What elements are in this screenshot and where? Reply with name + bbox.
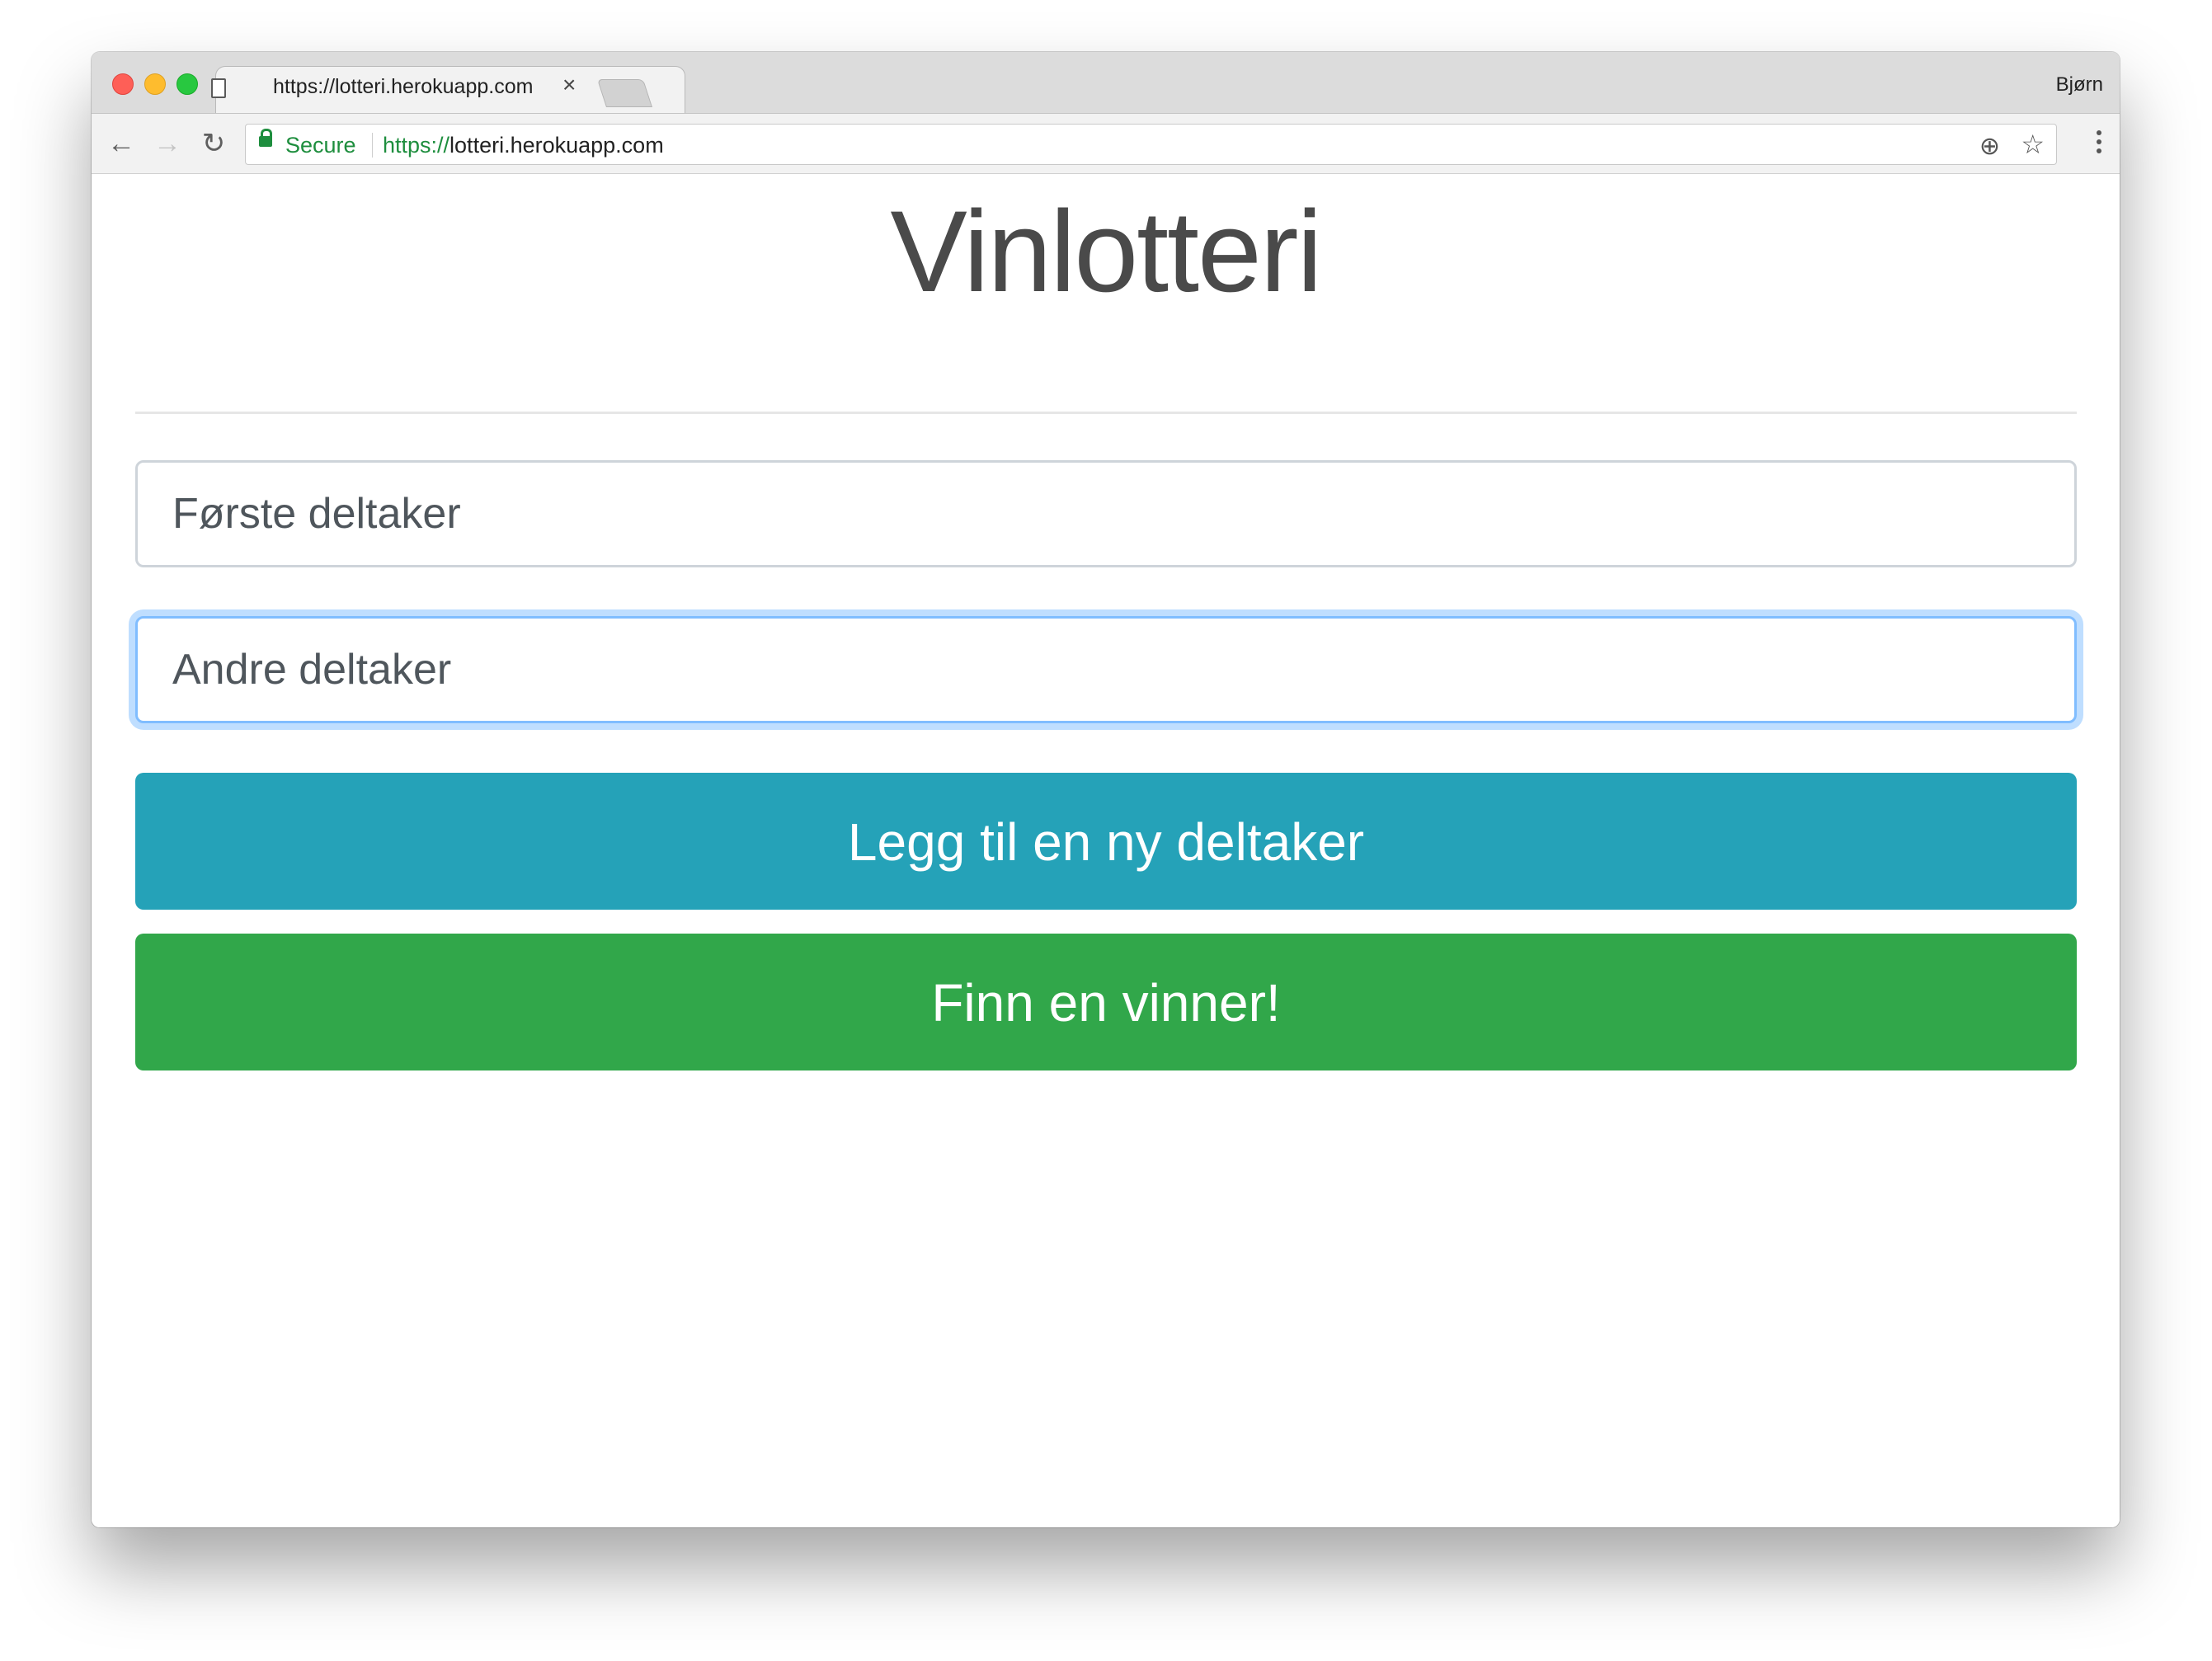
tab-strip: https://lotteri.herokuapp.com × Bjørn — [92, 52, 2120, 115]
zoom-icon[interactable]: ⊕ — [1979, 132, 2000, 161]
lock-icon — [259, 129, 272, 147]
tab-title: https://lotteri.herokuapp.com — [273, 75, 534, 98]
tab-close-icon[interactable]: × — [562, 73, 576, 96]
second-participant-input[interactable] — [135, 616, 2077, 723]
window-minimize-button[interactable] — [144, 73, 166, 95]
page-content: Vinlotteri Legg til en ny deltaker Finn … — [92, 174, 2120, 1527]
back-arrow-icon[interactable]: ← — [105, 127, 138, 160]
reload-icon[interactable]: ↻ — [197, 127, 230, 160]
address-divider — [372, 133, 373, 158]
profile-name[interactable]: Bjørn — [2056, 73, 2103, 96]
browser-window: https://lotteri.herokuapp.com × Bjørn ← … — [92, 52, 2120, 1527]
bookmark-star-icon[interactable]: ☆ — [2021, 129, 2045, 160]
new-tab-button[interactable] — [596, 79, 652, 107]
find-winner-button[interactable]: Finn en vinner! — [135, 934, 2077, 1070]
forward-arrow-icon[interactable]: → — [151, 127, 184, 160]
secure-label: Secure — [285, 133, 356, 158]
url-text[interactable]: https://lotteri.herokuapp.com — [383, 133, 664, 158]
divider — [135, 412, 2077, 414]
url-scheme: https:// — [383, 133, 450, 158]
window-close-button[interactable] — [112, 73, 134, 95]
add-participant-button[interactable]: Legg til en ny deltaker — [135, 773, 2077, 910]
window-maximize-button[interactable] — [176, 73, 198, 95]
first-participant-input[interactable] — [135, 460, 2077, 567]
browser-menu-icon[interactable] — [2097, 130, 2101, 158]
page-icon — [211, 78, 226, 98]
browser-toolbar: ← → ↻ Secure https://lotteri.herokuapp.c… — [92, 113, 2120, 174]
address-bar[interactable]: Secure https://lotteri.herokuapp.com ⊕ ☆ — [245, 124, 2057, 165]
page-title: Vinlotteri — [890, 186, 1322, 316]
url-host: lotteri.herokuapp.com — [449, 133, 664, 158]
